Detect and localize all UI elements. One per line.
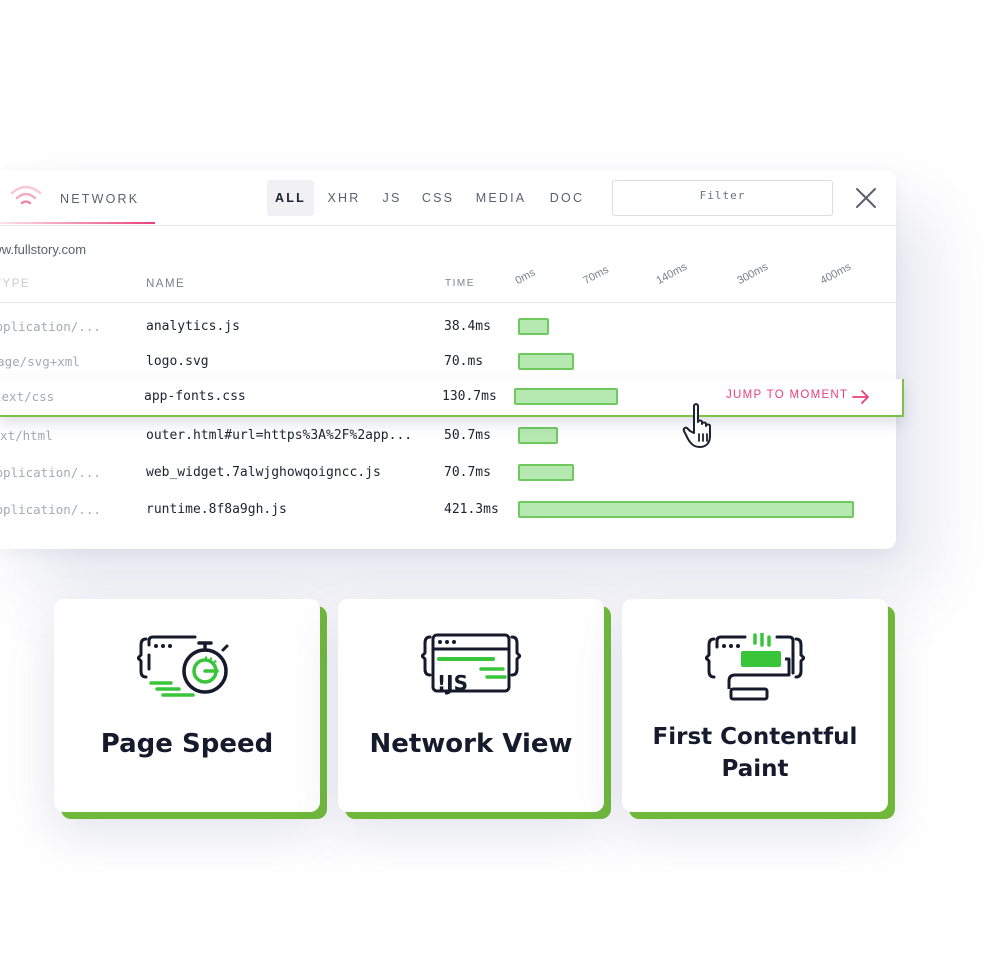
cell-time: 70.7ms — [444, 465, 491, 480]
page-speed-card[interactable]: Page Speed — [54, 599, 320, 812]
tab-media[interactable]: MEDIA — [471, 180, 531, 216]
tab-doc[interactable]: DOC — [545, 180, 589, 216]
cell-time: 130.7ms — [442, 389, 497, 404]
table-row[interactable]: application/... web_widget.7alwjghowqoig… — [0, 459, 896, 487]
cell-type: image/svg+xml — [0, 354, 80, 369]
cell-type: text/css — [0, 389, 55, 404]
cell-time: 70.ms — [444, 354, 484, 369]
card-title: Page Speed — [100, 729, 274, 759]
highlighted-table-row[interactable]: text/css app-fonts.css 130.7ms JUMP TO M… — [0, 379, 904, 417]
cell-name: web_widget.7alwjghowqoigncc.js — [146, 465, 381, 480]
js-code-icon: !JS — [421, 633, 521, 695]
cell-time: 38.4ms — [444, 319, 491, 334]
table-row[interactable]: image/svg+xml logo.svg 70.ms — [0, 348, 896, 376]
column-type[interactable]: TYPE — [0, 278, 30, 290]
stopwatch-code-icon — [137, 635, 229, 697]
tab-js[interactable]: JS — [378, 180, 406, 216]
domain-label: www.fullstory.com — [0, 242, 87, 257]
timing-bar — [518, 427, 559, 444]
card-title: First Contentful Paint — [652, 724, 858, 782]
first-contentful-paint-card[interactable]: First Contentful Paint — [622, 599, 888, 812]
network-tab-underline — [0, 222, 155, 224]
network-view-card[interactable]: !JS Network View — [338, 599, 604, 812]
paint-roller-code-icon — [705, 633, 805, 701]
column-time[interactable]: TIME — [445, 278, 475, 289]
wifi-icon — [10, 185, 42, 205]
timeline-tick: 300ms — [735, 260, 771, 287]
timing-bar — [514, 388, 619, 405]
jump-to-moment-link[interactable]: JUMP TO MOMENT — [726, 389, 848, 401]
tab-css[interactable]: CSS — [418, 180, 458, 216]
tab-xhr[interactable]: XHR — [322, 180, 366, 216]
cell-type: text/html — [0, 428, 53, 443]
cell-time: 421.3ms — [444, 502, 499, 517]
cell-type: application/... — [0, 502, 101, 517]
cell-name: outer.html#url=https%3A%2F%2app... — [146, 428, 413, 443]
timeline-tick: 0ms — [513, 266, 538, 287]
cell-time: 50.7ms — [444, 428, 491, 443]
timeline-tick: 400ms — [818, 260, 854, 287]
network-title: NETWORK — [60, 192, 140, 206]
svg-text:!JS: !JS — [437, 671, 468, 695]
timeline-tick: 140ms — [654, 260, 690, 287]
network-panel: NETWORK ALL XHR JS CSS MEDIA DOC Filter … — [0, 170, 896, 549]
filter-label: Filter — [699, 189, 746, 202]
cell-name: logo.svg — [146, 354, 209, 369]
close-icon[interactable] — [852, 184, 880, 212]
timing-bar — [518, 318, 549, 335]
arrow-right-icon[interactable] — [851, 389, 871, 405]
timeline-tick: 70ms — [581, 263, 611, 287]
network-toolbar: NETWORK ALL XHR JS CSS MEDIA DOC Filter — [0, 170, 896, 226]
table-row[interactable]: application/... analytics.js 38.4ms — [0, 313, 896, 341]
timing-bar — [518, 501, 854, 518]
filter-input[interactable]: Filter — [612, 180, 833, 216]
table-row[interactable]: text/html outer.html#url=https%3A%2F%2ap… — [0, 422, 896, 450]
hand-cursor-icon — [682, 403, 711, 448]
cell-name: runtime.8f8a9gh.js — [146, 502, 287, 517]
card-title: Network View — [369, 729, 573, 759]
column-name[interactable]: NAME — [146, 278, 185, 290]
cell-name: app-fonts.css — [144, 389, 246, 404]
table-row[interactable]: application/... runtime.8f8a9gh.js 421.3… — [0, 496, 896, 524]
tab-all[interactable]: ALL — [267, 180, 314, 216]
timing-bar — [518, 353, 574, 370]
cell-name: analytics.js — [146, 319, 240, 334]
cell-type: application/... — [0, 465, 101, 480]
timing-bar — [518, 464, 575, 481]
header-divider — [0, 302, 896, 303]
cell-type: application/... — [0, 319, 101, 334]
